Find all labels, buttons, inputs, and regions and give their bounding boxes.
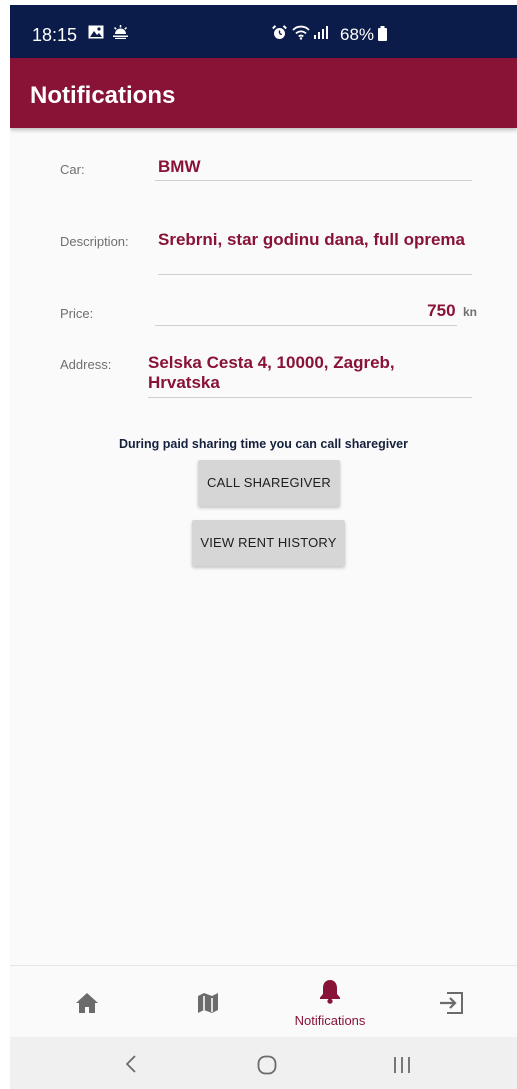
logout-icon <box>437 992 465 1019</box>
back-icon[interactable] <box>124 1054 138 1079</box>
signal-icon <box>313 25 331 45</box>
address-line-2: Hrvatska <box>148 373 220 392</box>
alarm-icon <box>272 25 287 45</box>
car-value[interactable]: BMW <box>158 157 200 177</box>
recent-apps-icon[interactable] <box>392 1055 412 1080</box>
weather-icon <box>112 25 129 44</box>
status-time: 18:15 <box>32 25 78 45</box>
price-underline <box>155 325 457 326</box>
system-navigation-bar <box>10 1037 517 1089</box>
nav-label-notifications: Notifications <box>294 1013 366 1028</box>
status-bar: 18:15 68% <box>10 5 517 58</box>
app-bar: Notifications <box>10 58 517 128</box>
address-label: Address: <box>60 357 112 372</box>
bottom-navigation: Notifications <box>10 965 517 1037</box>
call-sharegiver-button[interactable]: CALL SHAREGIVER <box>198 460 340 506</box>
price-value: 750 <box>427 301 456 320</box>
car-label: Car: <box>60 162 85 177</box>
home-circle-icon[interactable] <box>257 1055 277 1080</box>
description-value[interactable]: Srebrni, star godinu dana, full oprema <box>158 230 465 250</box>
bell-icon <box>318 978 342 1009</box>
address-value[interactable]: Selska Cesta 4, 10000, Zagreb, Hrvatska <box>148 353 395 393</box>
price-field[interactable]: 750 kn <box>427 301 477 321</box>
nav-item-notifications[interactable]: Notifications <box>267 966 393 1038</box>
address-underline <box>148 397 472 398</box>
price-unit: kn <box>462 305 477 319</box>
wifi-icon <box>292 25 310 45</box>
page-title: Notifications <box>30 82 176 109</box>
nav-item-home[interactable] <box>24 966 150 1038</box>
price-label: Price: <box>60 306 94 321</box>
battery-icon <box>378 26 387 46</box>
view-rent-history-button[interactable]: VIEW RENT HISTORY <box>192 520 345 566</box>
call-hint-text: During paid sharing time you can call sh… <box>119 437 408 451</box>
gallery-icon <box>88 25 104 44</box>
address-line-1: Selska Cesta 4, 10000, Zagreb, <box>148 353 395 372</box>
battery-percent: 68% <box>340 25 375 44</box>
description-label: Description: <box>60 234 129 249</box>
app-screen: 18:15 68% Notifications Car: BMW Descrip… <box>10 5 517 1089</box>
nav-item-map[interactable] <box>145 966 271 1038</box>
map-icon <box>196 992 220 1019</box>
description-underline <box>158 274 472 275</box>
home-icon <box>75 992 99 1019</box>
car-underline <box>155 180 472 181</box>
nav-item-logout[interactable] <box>388 966 514 1038</box>
